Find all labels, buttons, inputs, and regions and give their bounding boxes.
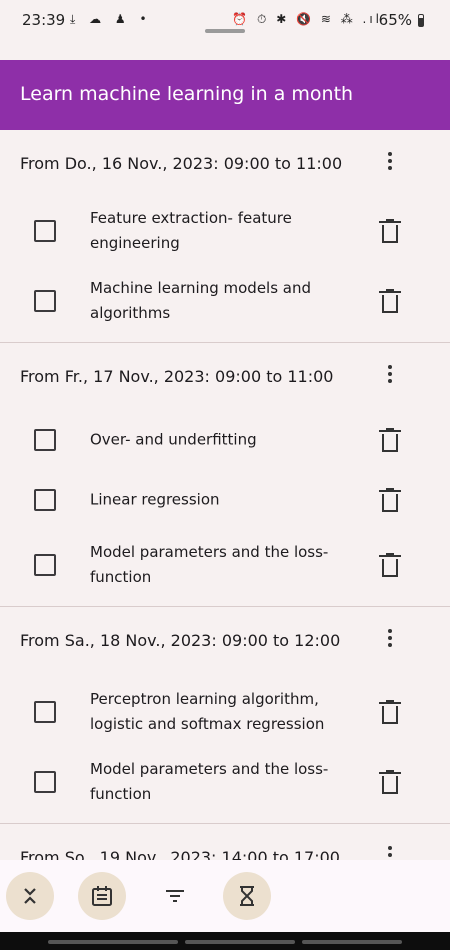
collapse-icon <box>24 888 36 904</box>
calendar-icon <box>92 886 112 906</box>
system-navigation-bar <box>0 932 450 950</box>
bottom-toolbar <box>0 860 450 932</box>
delete-icon[interactable] <box>379 770 401 794</box>
filter-icon <box>166 890 184 902</box>
hourglass-icon <box>240 886 254 906</box>
task-checkbox[interactable] <box>34 771 56 793</box>
task-checkbox[interactable] <box>34 701 56 723</box>
delete-icon[interactable] <box>379 428 401 452</box>
task-label: Linear regression <box>90 490 220 509</box>
session-header: From Fr., 17 Nov., 2023: 09:00 to 11:00 <box>0 343 450 409</box>
notification-icons: ⤓ ☁ ♟ • <box>70 12 152 26</box>
session-section: From So., 19 Nov., 2023: 14:00 to 17:00 <box>0 824 450 860</box>
session-title: From So., 19 Nov., 2023: 14:00 to 17:00 <box>20 848 340 860</box>
app-bar: Learn machine learning in a month <box>0 60 450 130</box>
system-icons: ⏰ ⏱ ✱ 🔇 ≋ ⁂ .ıl <box>232 12 382 26</box>
session-header: From Sa., 18 Nov., 2023: 09:00 to 12:00 <box>0 607 450 673</box>
status-time: 23:39 <box>22 11 66 29</box>
session-section: From Sa., 18 Nov., 2023: 09:00 to 12:00 … <box>0 607 450 824</box>
list-item: Perceptron learning algorithm, logistic … <box>0 677 450 747</box>
session-section: From Fr., 17 Nov., 2023: 09:00 to 11:00 … <box>0 343 450 607</box>
task-label: Perceptron learning algorithm, logistic … <box>90 690 325 733</box>
battery-level: 65% <box>378 11 412 29</box>
filter-button[interactable] <box>151 872 199 920</box>
list-item: Model parameters and the loss-function <box>0 530 450 600</box>
delete-icon[interactable] <box>379 219 401 243</box>
delete-icon[interactable] <box>379 289 401 313</box>
task-label: Machine learning models and algorithms <box>90 279 312 322</box>
page-title: Learn machine learning in a month <box>20 83 354 105</box>
task-label: Feature extraction- feature engineering <box>90 209 292 252</box>
session-list[interactable]: From Do., 16 Nov., 2023: 09:00 to 11:00 … <box>0 130 450 860</box>
timer-button[interactable] <box>223 872 271 920</box>
battery-icon <box>418 14 424 27</box>
more-options-icon[interactable] <box>380 844 400 860</box>
task-checkbox[interactable] <box>34 290 56 312</box>
list-item: Over- and underfitting <box>0 410 450 470</box>
session-section: From Do., 16 Nov., 2023: 09:00 to 11:00 … <box>0 130 450 343</box>
task-checkbox[interactable] <box>34 554 56 576</box>
more-options-icon[interactable] <box>380 363 400 387</box>
list-item: Model parameters and the loss-function <box>0 747 450 817</box>
calendar-button[interactable] <box>78 872 126 920</box>
session-header: From Do., 16 Nov., 2023: 09:00 to 11:00 <box>0 130 450 196</box>
list-item: Machine learning models and algorithms <box>0 266 450 336</box>
task-label: Model parameters and the loss-function <box>90 760 329 803</box>
more-options-icon[interactable] <box>380 150 400 174</box>
session-title: From Fr., 17 Nov., 2023: 09:00 to 11:00 <box>20 367 334 386</box>
session-header: From So., 19 Nov., 2023: 14:00 to 17:00 <box>0 824 450 860</box>
task-checkbox[interactable] <box>34 429 56 451</box>
nav-home[interactable] <box>185 940 295 944</box>
session-title: From Do., 16 Nov., 2023: 09:00 to 11:00 <box>20 154 343 173</box>
collapse-button[interactable] <box>6 872 54 920</box>
nav-recents[interactable] <box>302 940 402 944</box>
task-checkbox[interactable] <box>34 220 56 242</box>
task-label: Model parameters and the loss-function <box>90 543 329 586</box>
nav-back[interactable] <box>48 940 178 944</box>
more-options-icon[interactable] <box>380 627 400 651</box>
session-title: From Sa., 18 Nov., 2023: 09:00 to 12:00 <box>20 631 341 650</box>
list-item: Feature extraction- feature engineering <box>0 196 450 266</box>
status-bar: 23:39 ⤓ ☁ ♟ • ⏰ ⏱ ✱ 🔇 ≋ ⁂ .ıl 65% <box>0 0 450 42</box>
delete-icon[interactable] <box>379 488 401 512</box>
list-item: Linear regression <box>0 470 450 530</box>
task-checkbox[interactable] <box>34 489 56 511</box>
delete-icon[interactable] <box>379 700 401 724</box>
delete-icon[interactable] <box>379 553 401 577</box>
task-label: Over- and underfitting <box>90 430 257 449</box>
drag-handle[interactable] <box>205 29 245 33</box>
